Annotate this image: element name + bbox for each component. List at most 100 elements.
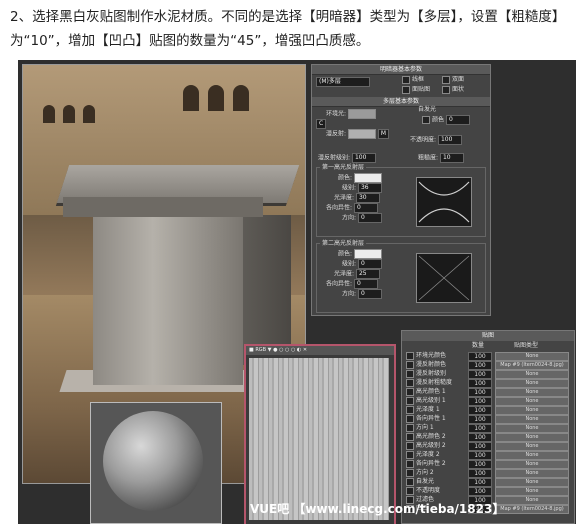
map-row-label: 光泽度 2 (406, 450, 468, 459)
map-row-label: 高光颜色 1 (406, 387, 468, 396)
diffuse-swatch[interactable] (347, 129, 376, 139)
diffuse-label: 漫反射: (326, 130, 347, 138)
opacity-field[interactable]: 100 (437, 135, 462, 145)
shader-type-dropdown[interactable]: (M)多层 (316, 77, 370, 87)
face-map-checkbox[interactable] (402, 85, 410, 94)
map-row: 高光颜色 2 100 None (402, 432, 574, 442)
spec1-aniso-field[interactable]: 0 (353, 203, 378, 213)
intro-paragraph: 2、选择黑白灰贴图制作水泥材质。不同的是选择【明暗器】类型为【多层】，设置【粗糙… (10, 9, 566, 49)
opacity-label: 不透明度: (410, 136, 437, 144)
shader-basic-header[interactable]: 明暗器基本参数 (312, 65, 490, 75)
spec1-level-label: 级别: (342, 184, 357, 192)
roughness-field[interactable]: 10 (439, 153, 464, 163)
concrete-pillar (93, 215, 243, 385)
maps-panel: 贴图 数量 贴图类型 环境光颜色 100 None 漫反射颜色 100 Map #9 (I… (401, 330, 575, 524)
map-row: 漫反射颜色 100 Map #9 (Item0024-8.jpg) (402, 360, 574, 370)
map-row-checkbox[interactable] (406, 423, 414, 432)
wall-arch (183, 85, 199, 111)
map-label-text: 各向异性 2 (416, 460, 446, 467)
map-row-label: 漫反射颜色 (406, 360, 468, 369)
material-parameters-panel: 明暗器基本参数 (M)多层 线框 双面 面贴图 面状 多层基本参数 环境光: C… (311, 64, 491, 316)
map-row-checkbox[interactable] (406, 351, 414, 360)
ambient-label: 环境光: (326, 110, 347, 118)
map-slot-button[interactable]: Map #9 (Item0024-8.jpg) (495, 505, 569, 514)
wall-arch (63, 105, 75, 123)
spec2-color-label: 颜色: (338, 250, 353, 258)
map-row-label: 方向 2 (406, 468, 468, 477)
map-row-label: 各向异性 2 (406, 459, 468, 468)
map-label-text: 方向 1 (416, 424, 434, 431)
map-label-text: 光泽度 2 (416, 451, 440, 458)
wall-arch (83, 105, 95, 123)
material-preview-slot[interactable] (90, 402, 222, 524)
spec1-level-field[interactable]: 36 (357, 183, 382, 193)
spec2-gloss-label: 光泽度: (334, 270, 355, 278)
spec2-orient-field[interactable]: 0 (357, 289, 382, 299)
maps-list: 环境光颜色 100 None 漫反射颜色 100 Map #9 (Item0024-8.j… (402, 351, 574, 514)
diffuse-level-field[interactable]: 100 (351, 153, 376, 163)
map-label-text: 高光颜色 1 (416, 388, 446, 395)
specular-layer-1-title: 第一高光反射层 (320, 163, 367, 173)
two-sided-checkbox[interactable] (442, 75, 450, 84)
spec2-level-label: 级别: (342, 260, 357, 268)
map-row-checkbox[interactable] (406, 432, 414, 441)
screenshot-panel: 明暗器基本参数 (M)多层 线框 双面 面贴图 面状 多层基本参数 环境光: C… (18, 60, 576, 524)
map-row: 漫反射粗糙度 100 None (402, 378, 574, 388)
spec2-orient-label: 方向: (342, 290, 357, 298)
texture-viewer-toolbar[interactable]: ■ RGB ▼ ● ○ ○ ○ ◐ ✕ (246, 346, 394, 355)
map-row: 不透明度 100 None (402, 486, 574, 496)
map-label-text: 高光级别 1 (416, 397, 446, 404)
roughness-label: 粗糙度: (418, 154, 439, 162)
map-row-checkbox[interactable] (406, 360, 414, 369)
wireframe-label: 线框 (412, 76, 425, 83)
map-row-checkbox[interactable] (406, 450, 414, 459)
map-row-checkbox[interactable] (406, 459, 414, 468)
spec1-orient-label: 方向: (342, 214, 357, 222)
wireframe-checkbox[interactable] (402, 75, 410, 84)
map-row: 高光颜色 1 100 None (402, 387, 574, 397)
spec1-color-swatch[interactable] (353, 173, 382, 183)
self-illum-value[interactable]: 0 (445, 115, 470, 125)
multilayer-basic-header[interactable]: 多层基本参数 (312, 97, 490, 107)
map-row-label: 高光颜色 2 (406, 432, 468, 441)
lock-button[interactable]: C (316, 119, 326, 129)
map-row-checkbox[interactable] (406, 369, 414, 378)
map-row-checkbox[interactable] (406, 468, 414, 477)
spec1-gloss-field[interactable]: 30 (355, 193, 380, 203)
map-row-checkbox[interactable] (406, 477, 414, 486)
spec2-level-field[interactable]: 0 (357, 259, 382, 269)
self-illum-color-checkbox[interactable] (422, 116, 430, 124)
spec1-color-label: 颜色: (338, 174, 353, 182)
map-row: 方向 2 100 None (402, 468, 574, 478)
spec2-aniso-field[interactable]: 0 (353, 279, 378, 289)
map-row-checkbox[interactable] (406, 414, 414, 423)
map-row: 各向异性 2 100 None (402, 459, 574, 469)
wall-arch (208, 85, 224, 111)
map-label-text: 漫反射级别 (416, 370, 447, 377)
map-row-checkbox[interactable] (406, 486, 414, 495)
maps-header[interactable]: 贴图 (402, 331, 574, 341)
map-row-checkbox[interactable] (406, 396, 414, 405)
map-row-label: 高光级别 1 (406, 396, 468, 405)
map-label-text: 高光颜色 2 (416, 433, 446, 440)
faceted-checkbox[interactable] (442, 85, 450, 94)
map-row-checkbox[interactable] (406, 378, 414, 387)
map-row-label: 漫反射级别 (406, 369, 468, 378)
map-row-checkbox[interactable] (406, 387, 414, 396)
map-label-text: 环境光颜色 (416, 352, 447, 359)
spec2-gloss-field[interactable]: 25 (355, 269, 380, 279)
diffuse-level-label: 漫反射级别: (318, 154, 351, 162)
spec2-color-swatch[interactable] (353, 249, 382, 259)
map-label-text: 自发光 (416, 478, 435, 485)
material-sphere (103, 411, 203, 511)
ambient-swatch[interactable] (347, 109, 376, 119)
spec1-orient-field[interactable]: 0 (357, 213, 382, 223)
map-row-checkbox[interactable] (406, 405, 414, 414)
diffuse-map-button[interactable]: M (377, 129, 390, 139)
map-label-text: 不透明度 (416, 487, 441, 494)
map-row-checkbox[interactable] (406, 441, 414, 450)
face-map-label: 面贴图 (412, 86, 431, 93)
concrete-slab-front (63, 197, 263, 217)
amount-column-header: 数量 (472, 342, 485, 349)
texture-viewer-window[interactable]: ■ RGB ▼ ● ○ ○ ○ ◐ ✕ (244, 344, 396, 524)
